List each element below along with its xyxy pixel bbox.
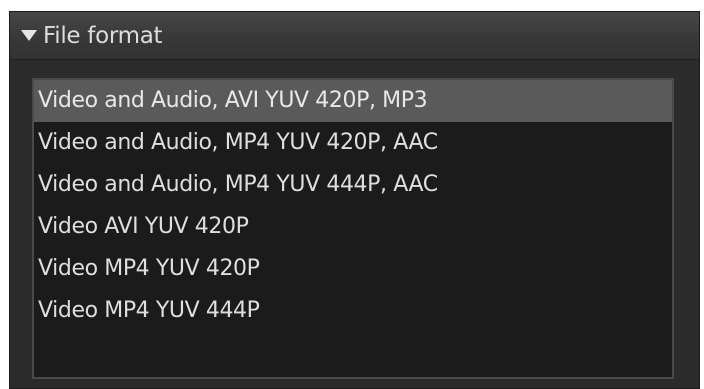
list-item[interactable]: Video and Audio, MP4 YUV 420P, AAC <box>34 122 672 164</box>
window: File format Video and Audio, AVI YUV 420… <box>0 0 704 389</box>
list-item[interactable]: Video and Audio, AVI YUV 420P, MP3 <box>34 80 672 122</box>
list-item[interactable]: Video MP4 YUV 444P <box>34 290 672 332</box>
panel-title: File format <box>43 22 163 49</box>
file-format-listbox[interactable]: Video and Audio, AVI YUV 420P, MP3 Video… <box>32 78 674 379</box>
triangle-down-icon[interactable] <box>21 30 37 41</box>
list-item[interactable]: Video AVI YUV 420P <box>34 206 672 248</box>
file-format-panel: File format Video and Audio, AVI YUV 420… <box>9 11 700 389</box>
file-format-panel-header[interactable]: File format <box>10 12 699 60</box>
panel-body: Video and Audio, AVI YUV 420P, MP3 Video… <box>10 60 699 388</box>
list-item[interactable]: Video and Audio, MP4 YUV 444P, AAC <box>34 164 672 206</box>
list-item[interactable]: Video MP4 YUV 420P <box>34 248 672 290</box>
